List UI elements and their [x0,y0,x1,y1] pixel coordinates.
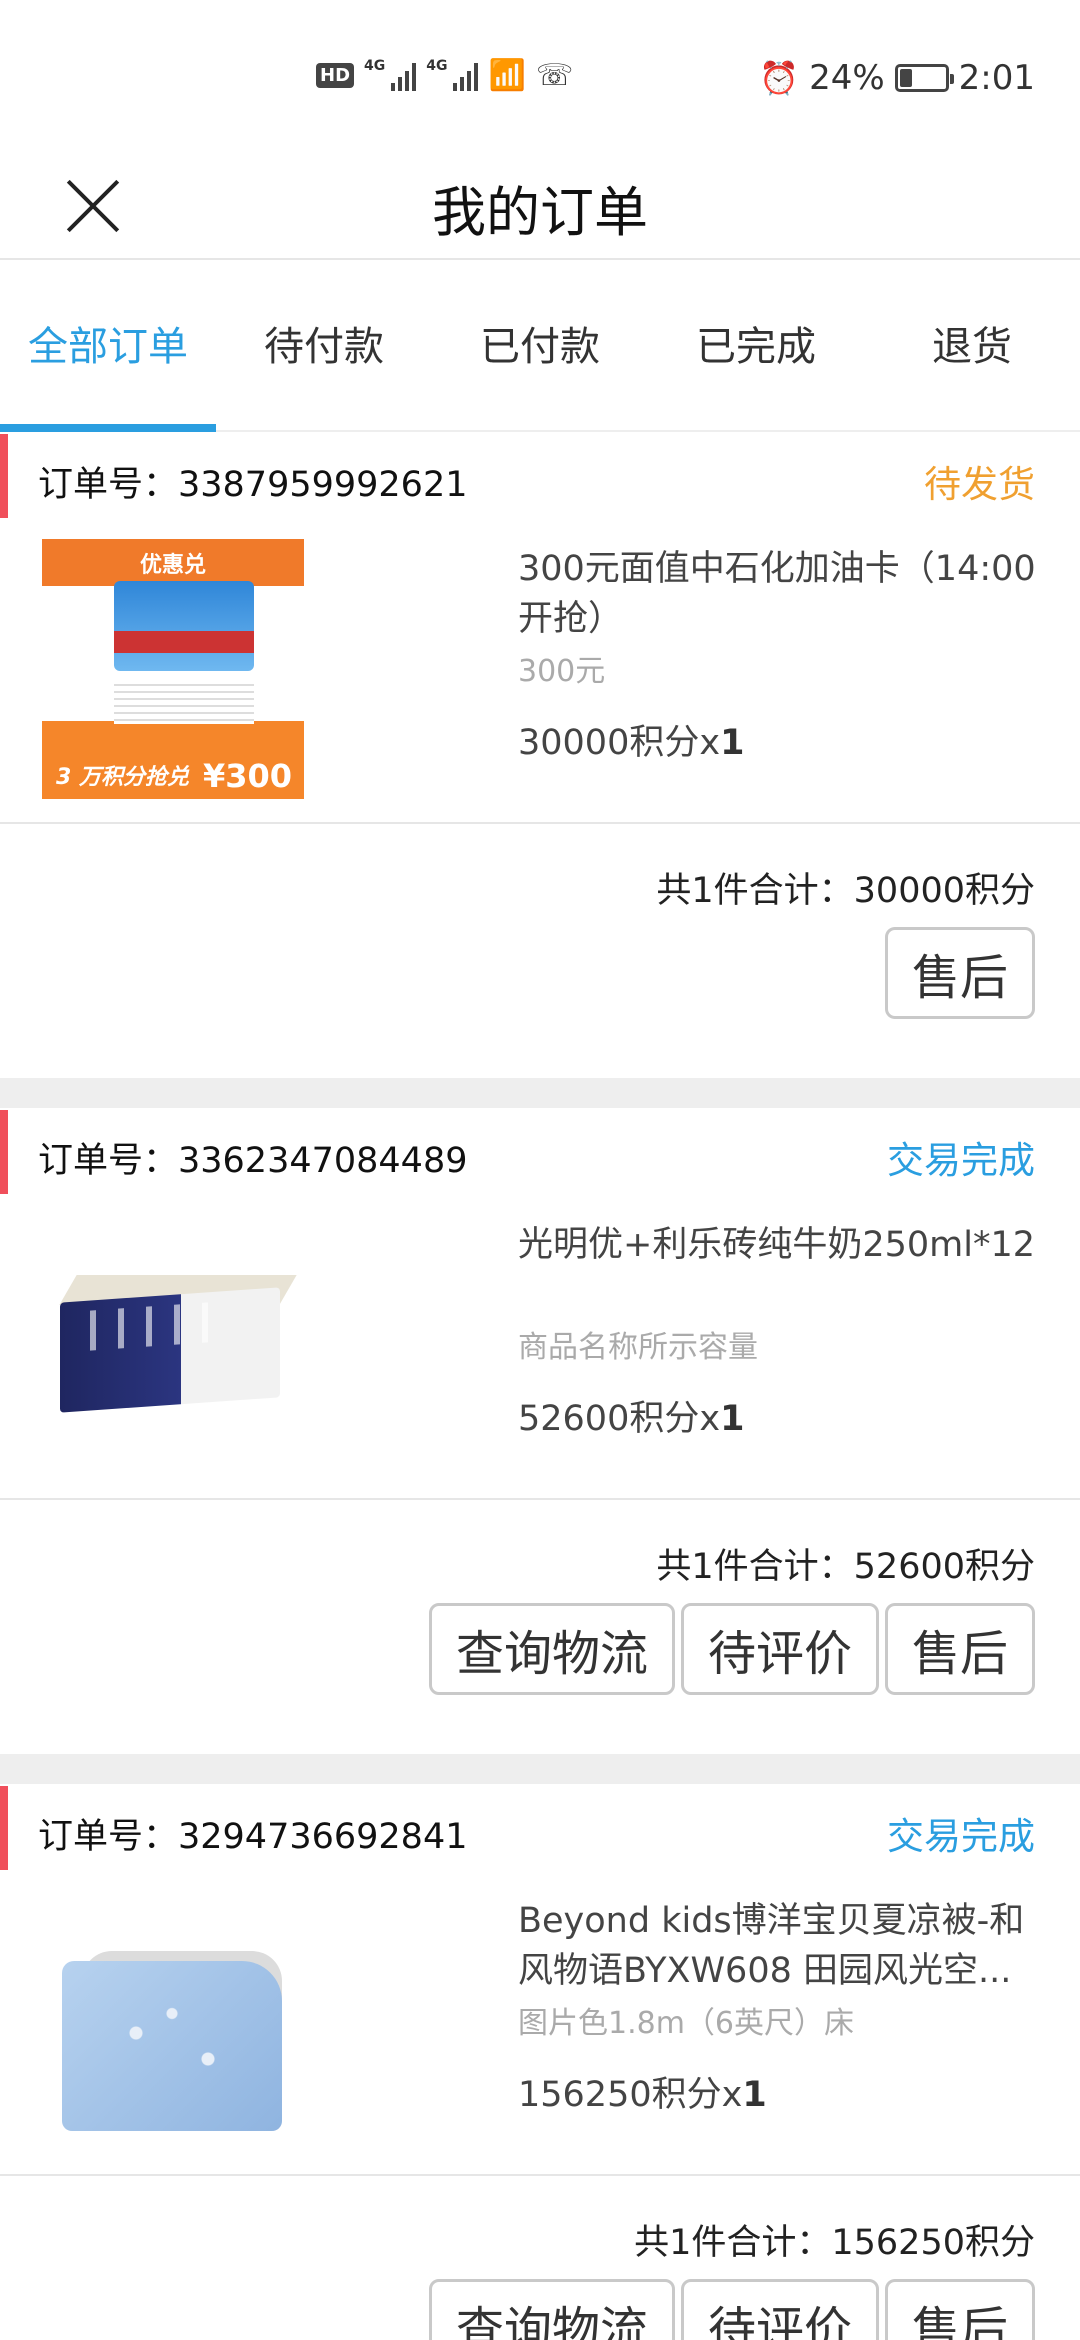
tab-all-orders[interactable]: 全部订单 [0,262,216,432]
order-status: 交易完成 [887,1815,1035,1858]
wifi-icon: 📶 [488,58,526,93]
signal-icon [391,61,417,91]
tab-completed[interactable]: 已完成 [648,262,864,430]
hd-icon: HD [316,63,355,88]
order-total: 共1件合计：30000积分 [656,871,1035,911]
order-footer: 共1件合计：30000积分 售后 [0,824,1080,1064]
quilt-graphic [62,1961,282,2131]
order-accent-bar [0,1786,8,1870]
order-item[interactable]: Beyond kids博洋宝贝夏凉被-和风物语BYXW608 田园风光空... … [0,1876,1080,2176]
price-text: 52600积分x [518,1399,721,1439]
after-sales-button[interactable]: 售后 [884,1603,1035,1695]
price-text: 30000积分x [518,723,721,763]
page-header: 我的订单 [0,150,1080,260]
order-actions: 查询物流 待评价 售后 [428,2279,1035,2340]
product-spec: 商品名称所示容量 [518,1330,758,1365]
order-header: 订单号：3387959992621 待发货 [0,434,1080,524]
order-total: 共1件合计：156250积分 [634,2223,1035,2263]
order-header: 订单号：3294736692841 交易完成 [0,1786,1080,1876]
track-shipping-button[interactable]: 查询物流 [428,1603,675,1695]
order-separator [0,1754,1080,1784]
order-item[interactable]: 优惠兑 3 万积分抢兑 ¥300 300元面值中石化加油卡（14:00开抢） 3… [0,524,1080,824]
missed-call-icon: ☏ [535,58,574,93]
product-spec: 300元 [518,654,606,689]
order-number: 订单号：3362347084489 [38,1141,468,1181]
quantity: 1 [742,2075,767,2115]
4g-label: 4G [364,58,386,74]
fuel-card-graphic [114,581,254,671]
product-price: 156250积分x1 [518,2066,767,2117]
tab-paid[interactable]: 已付款 [432,262,648,430]
price-text: 156250积分x [518,2075,743,2115]
tab-pending-payment[interactable]: 待付款 [216,262,432,430]
track-shipping-button[interactable]: 查询物流 [428,2279,675,2340]
after-sales-button[interactable]: 售后 [884,927,1035,1019]
order-actions: 查询物流 待评价 售后 [428,1603,1035,1695]
quantity: 1 [720,723,745,763]
order-actions: 售后 [884,927,1035,1019]
order-card[interactable]: 订单号：3294736692841 交易完成 Beyond kids博洋宝贝夏凉… [0,1786,1080,2340]
order-status: 待发货 [924,463,1035,506]
product-price: 30000积分x1 [518,714,744,765]
order-footer: 共1件合计：156250积分 查询物流 待评价 售后 [0,2176,1080,2340]
order-accent-bar [0,1110,8,1194]
product-name: 光明优+利乐砖纯牛奶250ml*12 [518,1225,1035,1265]
order-card[interactable]: 订单号：3362347084489 交易完成 光明优+利乐砖纯牛奶250ml*1… [0,1110,1080,1740]
battery-icon [894,64,954,92]
image-points-text: 3 万积分抢兑 [56,765,189,790]
battery-percent: 24% [809,58,885,98]
order-tabs: 全部订单 待付款 已付款 已完成 退货 [0,262,1080,432]
review-button[interactable]: 待评价 [680,1603,879,1695]
product-spec: 图片色1.8m（6英尺）床 [518,2006,855,2041]
card-text-graphic [114,679,254,724]
product-image[interactable]: 优惠兑 3 万积分抢兑 ¥300 [42,539,304,799]
status-bar: HD 4G 4G 📶 ☏ ⏰ 24% 2:01 [0,0,1080,150]
clock: 2:01 [958,58,1035,98]
system-indicators: ⏰ 24% 2:01 [759,58,1035,98]
after-sales-button[interactable]: 售后 [884,2279,1035,2340]
image-badge-text: 优惠兑 [139,553,206,578]
order-status: 交易完成 [887,1139,1035,1182]
signal-icon-2 [453,61,479,91]
order-accent-bar [0,434,8,518]
product-image[interactable] [42,1215,304,1475]
quantity: 1 [720,1399,745,1439]
order-separator [0,1078,1080,1108]
order-number: 订单号：3387959992621 [38,465,468,505]
order-total: 共1件合计：52600积分 [656,1547,1035,1587]
product-image[interactable] [42,1891,304,2151]
page-title: 我的订单 [432,181,648,244]
product-name: Beyond kids博洋宝贝夏凉被-和风物语BYXW608 田园风光空... [518,1901,1025,1991]
order-item[interactable]: 光明优+利乐砖纯牛奶250ml*12 商品名称所示容量 52600积分x1 [0,1200,1080,1500]
milk-box-graphic [60,1287,280,1413]
image-amount-text: ¥300 [202,757,292,795]
network-indicators: HD 4G 4G 📶 ☏ [316,58,573,93]
order-card[interactable]: 订单号：3387959992621 待发货 优惠兑 3 万积分抢兑 ¥300 3… [0,434,1080,1064]
tab-returns[interactable]: 退货 [864,262,1080,430]
alarm-icon: ⏰ [759,59,800,97]
product-price: 52600积分x1 [518,1390,744,1441]
4g-label-2: 4G [426,58,448,74]
review-button[interactable]: 待评价 [680,2279,879,2340]
product-name: 300元面值中石化加油卡（14:00开抢） [518,549,1036,639]
order-number: 订单号：3294736692841 [38,1817,468,1857]
order-footer: 共1件合计：52600积分 查询物流 待评价 售后 [0,1500,1080,1740]
order-header: 订单号：3362347084489 交易完成 [0,1110,1080,1200]
